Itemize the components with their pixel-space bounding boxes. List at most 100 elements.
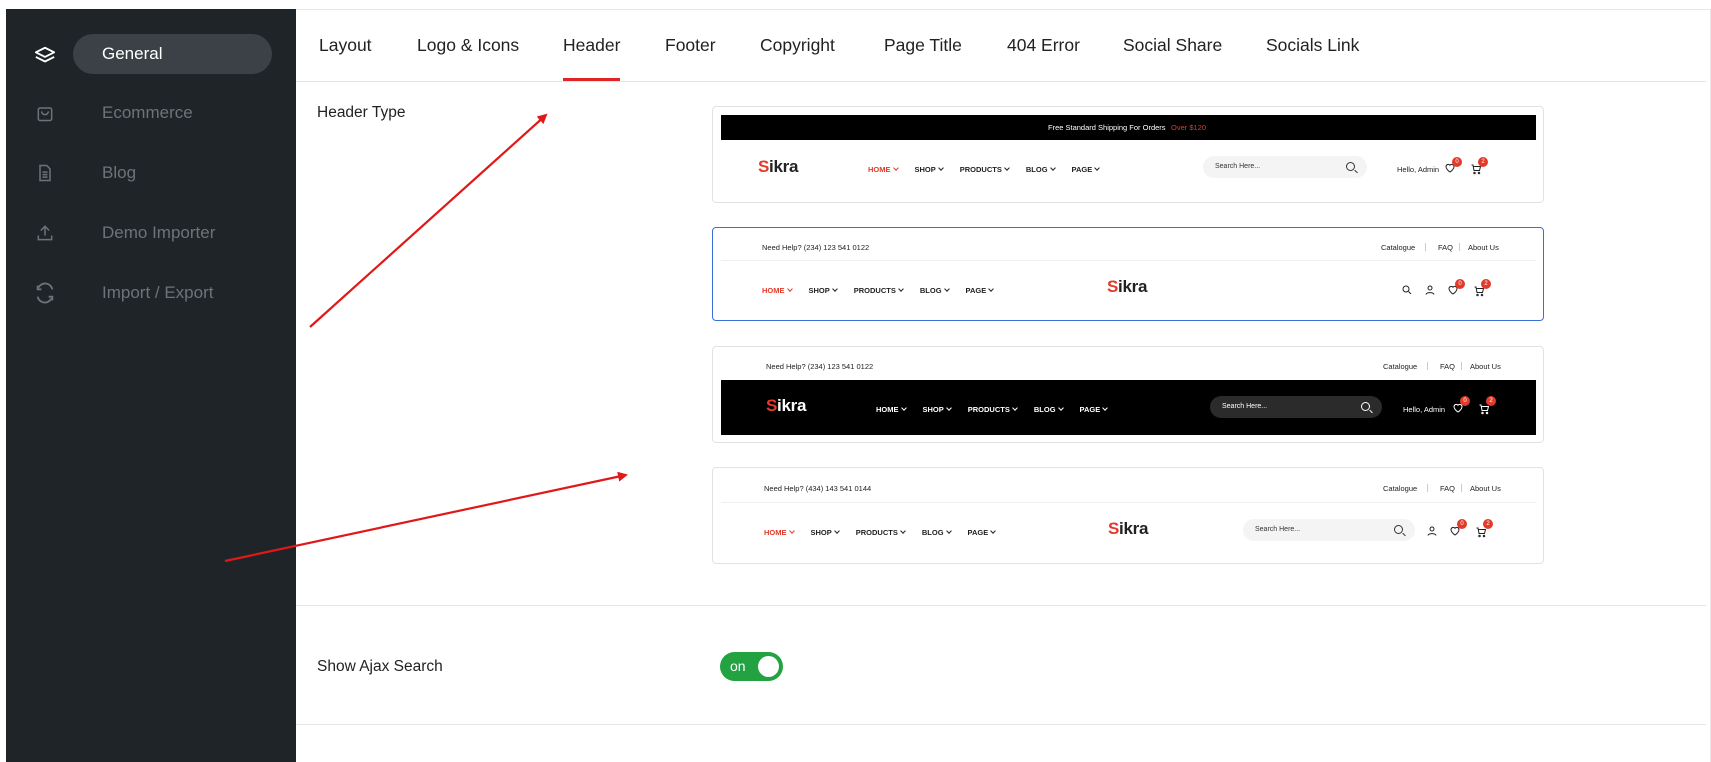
sidebar-item-general[interactable]: General xyxy=(6,34,296,78)
header-type-label: Header Type xyxy=(317,104,406,121)
sidebar-item-demo-importer[interactable]: Demo Importer xyxy=(6,211,296,255)
tab-socials-link[interactable]: Socials Link xyxy=(1266,35,1359,56)
site-logo: Sikra xyxy=(1108,519,1148,539)
sidebar-item-import-export[interactable]: Import / Export xyxy=(6,271,296,315)
nav-home: HOME xyxy=(764,528,795,537)
nav-shop: SHOP xyxy=(923,405,952,414)
nav-page: PAGE xyxy=(1080,405,1109,414)
link-about: About Us xyxy=(1470,362,1501,371)
cart-badge: 2 xyxy=(1486,396,1496,406)
nav-page: PAGE xyxy=(966,286,995,295)
nav-blog: BLOG xyxy=(1026,165,1056,174)
nav-products: PRODUCTS xyxy=(968,405,1018,414)
link-separator xyxy=(1461,484,1462,492)
logo-text: ikra xyxy=(1119,519,1149,538)
logo-letter: S xyxy=(766,396,778,415)
section-divider xyxy=(296,724,1706,725)
nav-products: PRODUCTS xyxy=(960,165,1010,174)
site-logo: Sikra xyxy=(1107,277,1147,297)
nav-blog: BLOG xyxy=(920,286,950,295)
preview-search: Search Here... xyxy=(1210,396,1382,418)
link-faq: FAQ xyxy=(1440,362,1456,371)
sidebar-item-blog[interactable]: Blog xyxy=(6,151,296,195)
nav-blog: BLOG xyxy=(922,528,952,537)
document-icon xyxy=(33,161,57,185)
tab-404-error[interactable]: 404 Error xyxy=(1007,35,1080,56)
cart-badge: 2 xyxy=(1483,519,1493,529)
ajax-search-label: Show Ajax Search xyxy=(317,658,443,675)
main-panel: Layout Logo & Icons Header Footer Copyri… xyxy=(296,9,1711,762)
divider xyxy=(721,260,1536,261)
layers-icon xyxy=(33,44,57,68)
nav-page: PAGE xyxy=(1072,165,1101,174)
preview-nav: HOME SHOP PRODUCTS BLOG PAGE xyxy=(876,405,1109,414)
nav-blog: BLOG xyxy=(1034,405,1064,414)
link-about: About Us xyxy=(1470,484,1501,493)
preview-search: Search Here... xyxy=(1243,519,1415,541)
tab-logo-icons[interactable]: Logo & Icons xyxy=(417,35,519,56)
greeting-text: Hello, Admin xyxy=(1403,405,1446,414)
preview-nav: HOME SHOP PRODUCTS BLOG PAGE xyxy=(764,528,997,537)
tab-copyright[interactable]: Copyright xyxy=(760,35,835,56)
wishlist-badge: 0 xyxy=(1460,396,1470,406)
header-option-1[interactable]: Free Standard Shipping For Orders Over $… xyxy=(712,106,1544,203)
link-separator xyxy=(1427,362,1428,370)
help-text: Need Help? (434) 143 541 0144 xyxy=(764,484,872,493)
section-divider xyxy=(296,605,1706,606)
sidebar-item-ecommerce[interactable]: Ecommerce xyxy=(6,91,296,135)
link-separator xyxy=(1461,362,1462,370)
tab-footer[interactable]: Footer xyxy=(665,35,716,56)
nav-shop: SHOP xyxy=(915,165,944,174)
tab-layout[interactable]: Layout xyxy=(319,35,372,56)
wishlist-badge: 0 xyxy=(1452,157,1462,167)
nav-page: PAGE xyxy=(968,528,997,537)
sidebar-item-label: Blog xyxy=(102,163,137,182)
logo-text: ikra xyxy=(769,157,799,176)
sidebar-item-label: Import / Export xyxy=(102,283,214,302)
link-separator xyxy=(1427,484,1428,492)
sidebar: General Ecommerce Blog Demo Importer Imp… xyxy=(6,9,296,762)
user-icon xyxy=(1425,285,1435,295)
link-separator xyxy=(1425,243,1426,251)
greeting-text: Hello, Admin xyxy=(1397,165,1440,174)
ajax-search-toggle[interactable]: on xyxy=(720,652,783,681)
link-catalogue: Catalogue xyxy=(1383,484,1418,493)
search-icon xyxy=(1394,525,1403,534)
logo-letter: S xyxy=(1108,519,1120,538)
preview-nav: HOME SHOP PRODUCTS BLOG PAGE xyxy=(762,286,995,295)
link-catalogue: Catalogue xyxy=(1383,362,1418,371)
shopping-bag-icon xyxy=(33,101,57,125)
toggle-state-label: on xyxy=(730,658,746,674)
search-icon xyxy=(1361,402,1370,411)
help-text: Need Help? (234) 123 541 0122 xyxy=(762,243,870,252)
wishlist-badge: 0 xyxy=(1457,519,1467,529)
header-option-4[interactable]: Need Help? (434) 143 541 0144 Catalogue … xyxy=(712,467,1544,564)
cart-badge: 2 xyxy=(1481,279,1491,289)
cart-badge: 2 xyxy=(1478,157,1488,167)
tab-header[interactable]: Header xyxy=(563,35,621,81)
nav-shop: SHOP xyxy=(811,528,840,537)
logo-text: ikra xyxy=(777,396,807,415)
tab-bar: Layout Logo & Icons Header Footer Copyri… xyxy=(296,10,1706,82)
nav-products: PRODUCTS xyxy=(854,286,904,295)
user-icon xyxy=(1427,526,1437,536)
link-separator xyxy=(1459,243,1460,251)
preview-nav: HOME SHOP PRODUCTS BLOG PAGE xyxy=(868,165,1101,174)
link-faq: FAQ xyxy=(1440,484,1456,493)
nav-products: PRODUCTS xyxy=(856,528,906,537)
preview-search: Search Here... xyxy=(1203,156,1367,178)
sidebar-item-label: Ecommerce xyxy=(102,103,193,122)
search-icon xyxy=(1402,285,1412,295)
tab-page-title[interactable]: Page Title xyxy=(884,35,962,56)
upload-icon xyxy=(33,221,57,245)
logo-letter: S xyxy=(1107,277,1119,296)
header-option-3[interactable]: Need Help? (234) 123 541 0122 Catalogue … xyxy=(712,346,1544,443)
header-option-2[interactable]: Need Help? (234) 123 541 0122 Catalogue … xyxy=(712,227,1544,321)
logo-letter: S xyxy=(758,157,770,176)
promo-text: Free Standard Shipping For Orders xyxy=(1048,123,1166,132)
nav-home: HOME xyxy=(876,405,907,414)
promo-highlight: Over $120 xyxy=(1171,123,1207,132)
nav-shop: SHOP xyxy=(809,286,838,295)
tab-social-share[interactable]: Social Share xyxy=(1123,35,1222,56)
sidebar-item-label: Demo Importer xyxy=(102,223,216,242)
